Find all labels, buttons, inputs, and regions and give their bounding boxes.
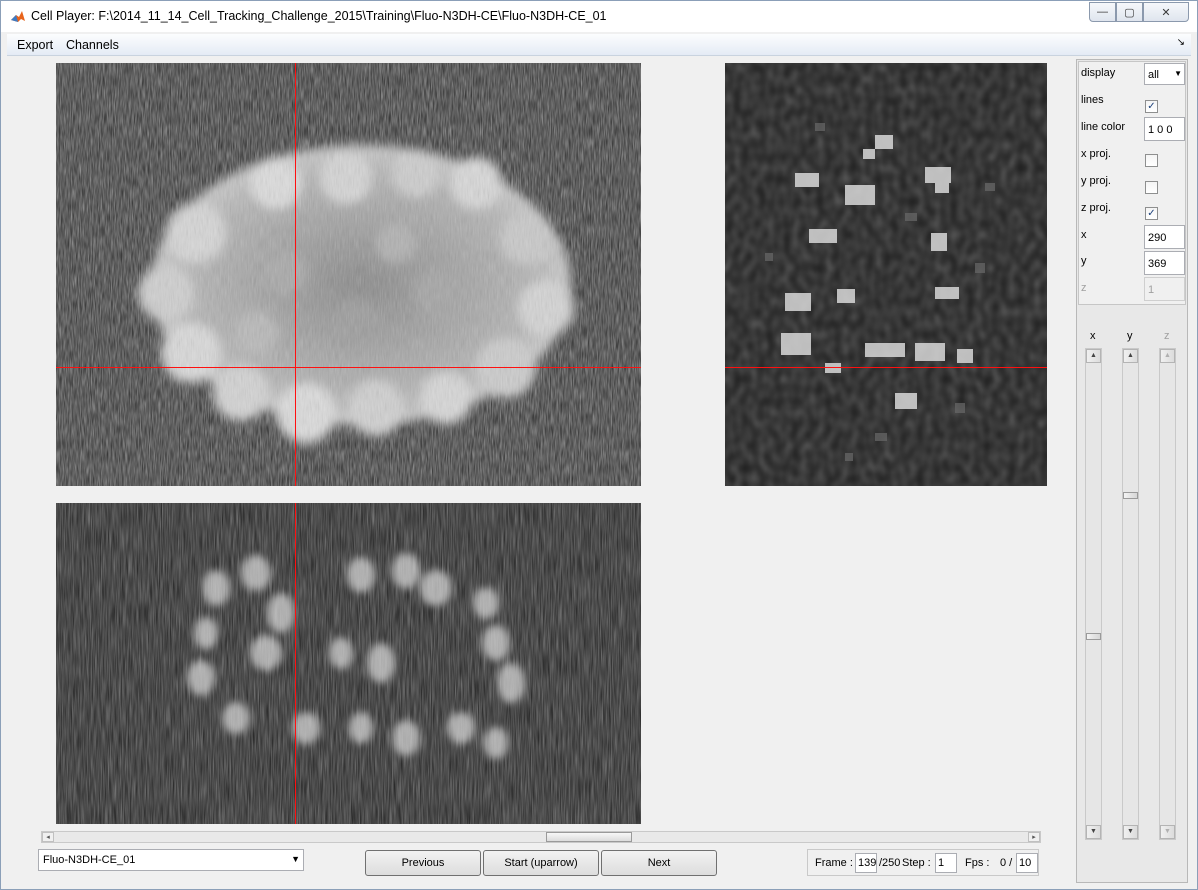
lines-label: lines bbox=[1081, 94, 1104, 106]
window-title: Cell Player: F:\2014_11_14_Cell_Tracking… bbox=[31, 9, 607, 23]
y-coord-field[interactable]: 369 bbox=[1144, 251, 1185, 275]
z-proj-checkbox[interactable]: ✓ bbox=[1145, 207, 1158, 220]
y-slider-down-arrow-icon[interactable]: ▼ bbox=[1123, 825, 1138, 839]
xz-projection-view[interactable] bbox=[56, 503, 641, 824]
client-area: display all ▼ lines ✓ line color 1 0 0 x… bbox=[7, 57, 1191, 885]
dropdown-arrow-icon: ▼ bbox=[291, 854, 300, 864]
xy-image bbox=[56, 63, 641, 486]
display-options-group: display all ▼ lines ✓ line color 1 0 0 x… bbox=[1078, 61, 1186, 305]
dropdown-arrow-icon: ▼ bbox=[1174, 69, 1182, 78]
dataset-select-value: Fluo-N3DH-CE_01 bbox=[43, 854, 136, 866]
menu-bar: Export Channels ↘ bbox=[7, 34, 1191, 56]
crosshair-horizontal-line bbox=[56, 367, 641, 368]
minimize-button[interactable]: — bbox=[1089, 2, 1116, 22]
step-field[interactable]: 1 bbox=[935, 853, 957, 873]
step-label: Step : bbox=[902, 857, 931, 869]
frame-slider-thumb[interactable] bbox=[546, 832, 632, 842]
z-slider-down-arrow-icon: ▼ bbox=[1160, 825, 1175, 839]
matlab-logo-icon bbox=[11, 11, 25, 22]
z-coord-field: 1 bbox=[1144, 277, 1185, 301]
previous-button[interactable]: Previous bbox=[365, 850, 481, 876]
y-proj-checkbox[interactable] bbox=[1145, 181, 1158, 194]
cell-player-window: Cell Player: F:\2014_11_14_Cell_Tracking… bbox=[0, 0, 1198, 890]
menu-channels[interactable]: Channels bbox=[66, 38, 119, 52]
zy-image bbox=[725, 63, 1047, 486]
frame-info-box: Frame : 139 /250 Step : 1 Fps : 0 / 10 bbox=[807, 849, 1039, 876]
display-value: all bbox=[1148, 69, 1160, 81]
menu-export[interactable]: Export bbox=[17, 38, 53, 52]
dock-arrow-icon[interactable]: ↘ bbox=[1177, 37, 1185, 48]
xz-image bbox=[56, 503, 641, 824]
z-slider: ▲ ▼ bbox=[1159, 348, 1176, 840]
y-slider-label: y bbox=[1127, 330, 1133, 342]
dataset-select[interactable]: Fluo-N3DH-CE_01 ▼ bbox=[38, 849, 304, 871]
x-slider-down-arrow-icon[interactable]: ▼ bbox=[1086, 825, 1101, 839]
y-slider-thumb[interactable] bbox=[1123, 492, 1138, 499]
fps-field[interactable]: 10 bbox=[1016, 853, 1038, 873]
x-coord-field[interactable]: 290 bbox=[1144, 225, 1185, 249]
x-slider-label: x bbox=[1090, 330, 1096, 342]
y-proj-label: y proj. bbox=[1081, 175, 1111, 187]
frame-label: Frame : bbox=[815, 857, 853, 869]
x-proj-label: x proj. bbox=[1081, 148, 1111, 160]
y-coord-label: y bbox=[1081, 255, 1087, 267]
crosshair-vertical-line-xz bbox=[295, 503, 296, 824]
z-slider-label: z bbox=[1164, 330, 1170, 342]
zy-projection-view[interactable] bbox=[725, 63, 1047, 486]
z-proj-label: z proj. bbox=[1081, 202, 1111, 214]
fps-label: Fps : bbox=[965, 857, 990, 869]
x-slider-up-arrow-icon[interactable]: ▲ bbox=[1086, 349, 1101, 363]
crosshair-vertical-line bbox=[295, 63, 296, 486]
frame-slider[interactable]: ◂ ▸ bbox=[41, 831, 1041, 843]
xy-image-view[interactable] bbox=[56, 63, 641, 486]
title-bar[interactable]: Cell Player: F:\2014_11_14_Cell_Tracking… bbox=[1, 1, 1197, 32]
lines-checkbox[interactable]: ✓ bbox=[1145, 100, 1158, 113]
x-coord-label: x bbox=[1081, 229, 1087, 241]
x-slider[interactable]: ▲ ▼ bbox=[1085, 348, 1102, 840]
display-label: display bbox=[1081, 67, 1116, 79]
frame-slider-left-arrow-icon[interactable]: ◂ bbox=[42, 832, 54, 842]
next-button[interactable]: Next bbox=[601, 850, 717, 876]
display-select[interactable]: all ▼ bbox=[1144, 63, 1185, 85]
y-slider[interactable]: ▲ ▼ bbox=[1122, 348, 1139, 840]
line-color-label: line color bbox=[1081, 121, 1126, 133]
maximize-button[interactable]: ▢ bbox=[1116, 2, 1143, 22]
control-panel: display all ▼ lines ✓ line color 1 0 0 x… bbox=[1076, 59, 1188, 883]
frame-total: /250 bbox=[879, 857, 901, 869]
x-slider-thumb[interactable] bbox=[1086, 633, 1101, 640]
z-coord-label: z bbox=[1081, 282, 1087, 294]
crosshair-horizontal-line-zy bbox=[725, 367, 1047, 368]
line-color-field[interactable]: 1 0 0 bbox=[1144, 117, 1185, 141]
x-proj-checkbox[interactable] bbox=[1145, 154, 1158, 167]
z-slider-up-arrow-icon: ▲ bbox=[1160, 349, 1175, 363]
close-button[interactable]: ✕ bbox=[1143, 2, 1189, 22]
frame-slider-right-arrow-icon[interactable]: ▸ bbox=[1028, 832, 1040, 842]
fps-current: 0 / bbox=[1000, 857, 1013, 869]
frame-field[interactable]: 139 bbox=[855, 853, 877, 873]
y-slider-up-arrow-icon[interactable]: ▲ bbox=[1123, 349, 1138, 363]
start-button[interactable]: Start (uparrow) bbox=[483, 850, 599, 876]
